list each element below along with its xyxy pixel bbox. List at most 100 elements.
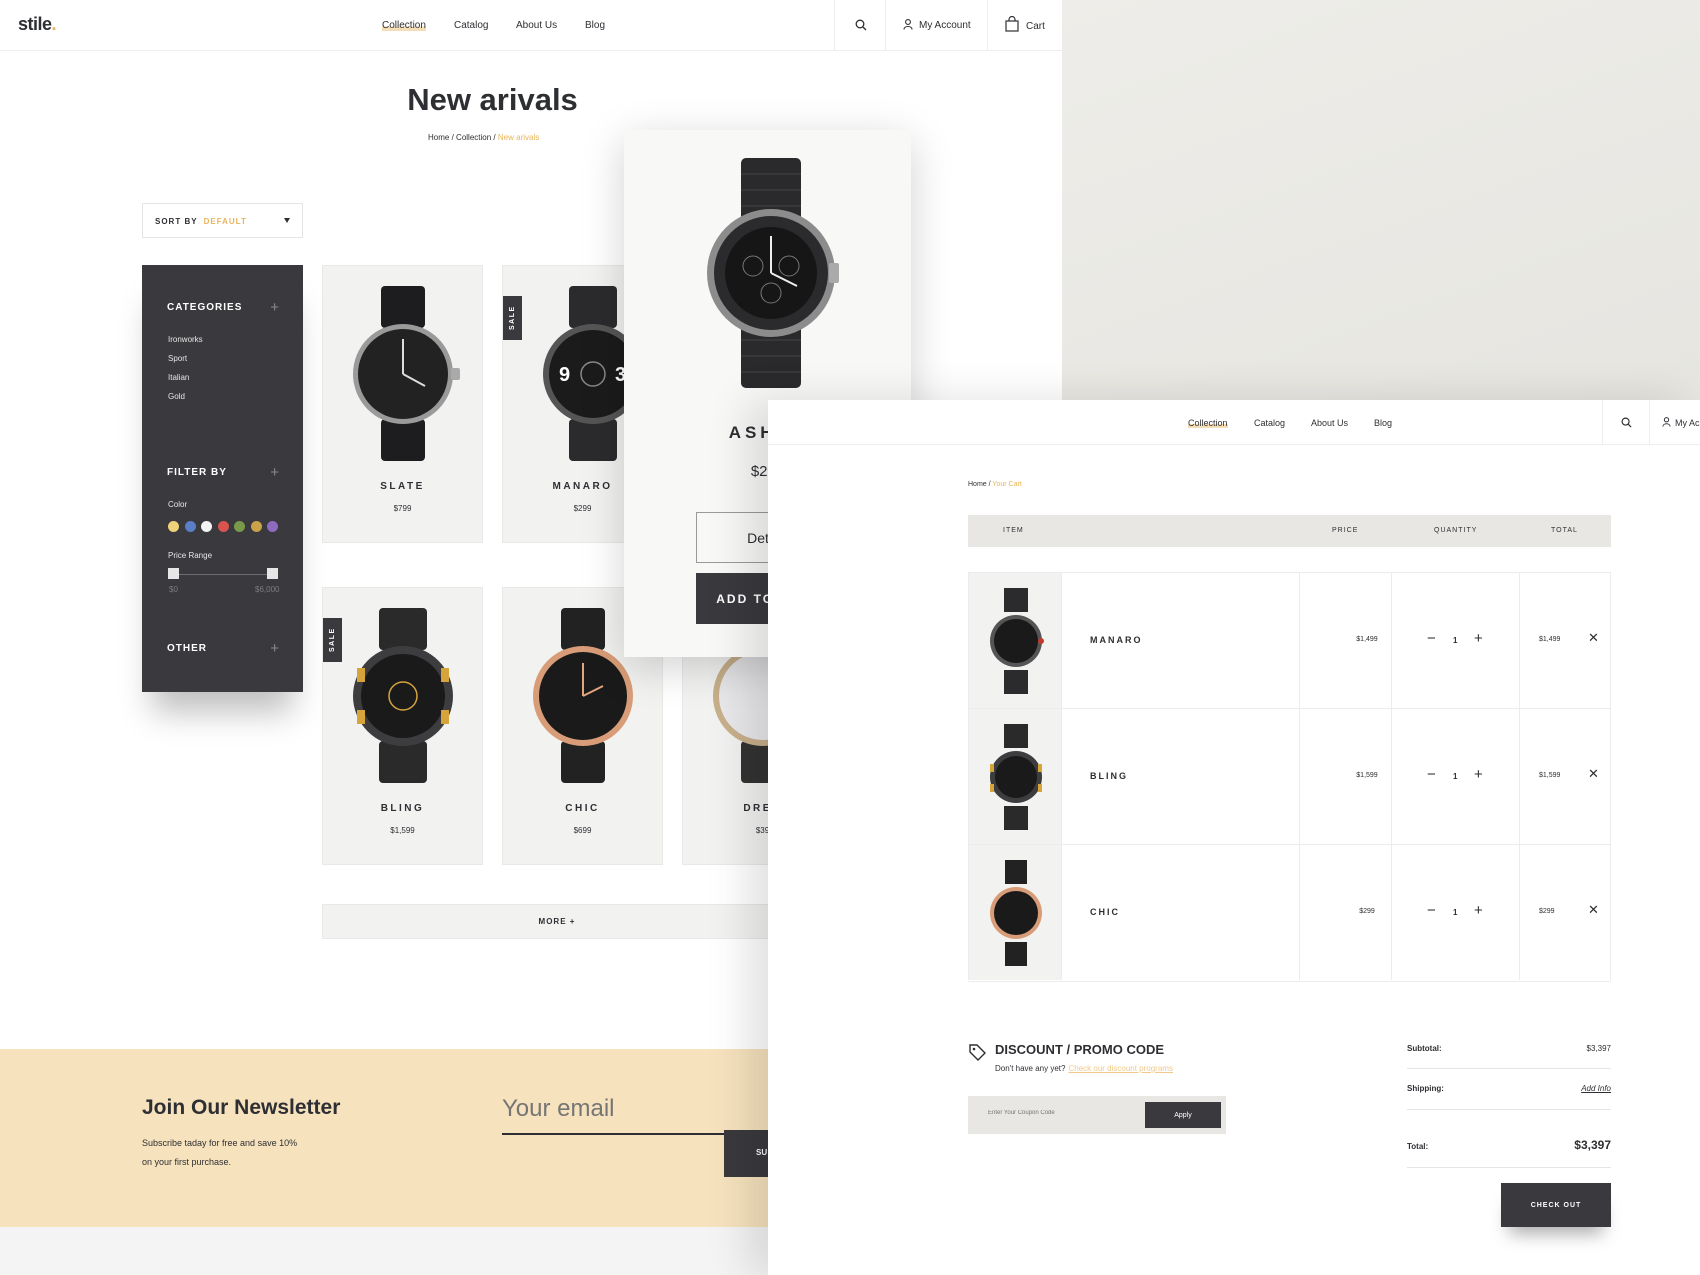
color-swatch[interactable] [201,521,212,532]
product-card[interactable]: BLING $1,599 [322,587,483,865]
cart-item-price: $1,599 [1356,772,1378,779]
sort-dropdown[interactable]: SORT BY DEFAULT [142,203,303,238]
price-range-min-handle[interactable] [168,568,179,579]
newsletter-email-input[interactable] [502,1095,802,1135]
search-button[interactable] [834,0,885,51]
increase-qty-button[interactable]: + [1474,767,1483,782]
color-swatch[interactable] [168,521,179,532]
cart-item-thumbnail[interactable] [969,573,1062,708]
cart-item-thumbnail[interactable] [969,845,1062,980]
expand-filter-icon[interactable]: + [270,465,279,480]
remove-item-button[interactable]: ✕ [1588,902,1599,918]
color-swatch[interactable] [217,521,229,532]
table-bottom-border [968,981,1611,982]
cart-item-name: MANARO [1090,635,1143,645]
cart-item-price: $1,499 [1356,636,1378,643]
cart-item-qty: 1 [1453,636,1458,645]
nav-about[interactable]: About Us [516,20,557,31]
shipping-label: Shipping: [1407,1084,1444,1093]
expand-other-icon[interactable]: + [270,641,279,656]
expand-categories-icon[interactable]: + [270,300,279,315]
nav-blog[interactable]: Blog [585,20,605,31]
price-max: $6,000 [255,585,280,594]
cart-item-name: BLING [1090,771,1128,781]
color-swatch[interactable] [184,521,196,532]
watch-image [990,588,1044,694]
category-item[interactable]: Gold [168,392,185,401]
remove-item-button[interactable]: ✕ [1588,630,1599,646]
cart-table-header: ITEM PRICE QUANTITY TOTAL [968,515,1611,547]
cell-divider [1519,573,1520,708]
sale-badge: SALE [503,296,522,340]
breadcrumb-sep: / [493,133,496,142]
nav-collection[interactable]: Collection [382,20,426,31]
decrease-qty-button[interactable]: − [1427,631,1436,646]
cart-item-thumbnail[interactable] [969,709,1062,844]
filter-sidebar: CATEGORIES + Ironworks Sport Italian Gol… [142,265,303,692]
checkout-button[interactable]: CHECK OUT [1501,1183,1611,1227]
product-name: CHIC [565,803,600,814]
breadcrumb-collection[interactable]: Collection [456,133,491,142]
page-title: New arivals [407,82,578,117]
watch-image [990,860,1042,966]
remove-item-button[interactable]: ✕ [1588,766,1599,782]
product-price: $1,599 [390,826,415,835]
category-item[interactable]: Italian [168,373,189,382]
product-card[interactable]: SLATE $799 [322,265,483,543]
cart-item-qty: 1 [1453,772,1458,781]
newsletter-text-line: Subscribe taday for free and save 10% [142,1138,298,1148]
coupon-input[interactable] [988,1110,1138,1116]
col-price: PRICE [1332,527,1359,534]
cart-item-qty: 1 [1453,908,1458,917]
decrease-qty-button[interactable]: − [1427,903,1436,918]
subtotal-label: Subtotal: [1407,1044,1442,1053]
cart-breadcrumb: Home / Your Cart [968,481,1022,488]
cart-row: MANARO $1,499 − 1 + $1,499 ✕ [968,572,1611,708]
nav-collection[interactable]: Collection [1188,418,1228,428]
total-label: Total: [1407,1142,1429,1151]
color-swatch[interactable] [250,521,262,532]
shipping-add-info-link[interactable]: Add Info [1581,1084,1611,1093]
increase-qty-button[interactable]: + [1474,903,1483,918]
coupon-form: Apply [968,1096,1226,1134]
account-label: My Ac [1675,418,1700,428]
cart-item-price: $299 [1359,908,1375,915]
account-label: My Account [919,20,971,31]
watch-image [353,286,460,461]
account-link[interactable]: My Ac [1649,400,1700,445]
cell-divider [1519,709,1520,844]
cell-divider [1299,573,1300,708]
color-swatch[interactable] [267,521,278,532]
color-swatch[interactable] [234,521,245,532]
nav-about[interactable]: About Us [1311,418,1348,428]
apply-coupon-button[interactable]: Apply [1145,1102,1221,1128]
search-button[interactable] [1602,400,1649,445]
category-item[interactable]: Sport [168,354,187,363]
watch-image [707,158,839,388]
category-item[interactable]: Ironworks [168,335,203,344]
nav-blog[interactable]: Blog [1374,418,1392,428]
nav-catalog[interactable]: Catalog [454,20,488,31]
decrease-qty-button[interactable]: − [1427,767,1436,782]
breadcrumb-home[interactable]: Home [428,133,449,142]
total-value: $3,397 [1574,1138,1611,1152]
price-range-max-handle[interactable] [267,568,278,579]
logo[interactable]: stile. [18,14,56,35]
cart-link[interactable]: Cart [987,0,1062,51]
cart-item-name: CHIC [1090,907,1120,917]
nav-catalog[interactable]: Catalog [1254,418,1285,428]
load-more-button[interactable]: MORE + [322,904,792,939]
account-link[interactable]: My Account [885,0,987,51]
user-icon [903,19,913,30]
background-photo [1062,0,1700,400]
filter-title: FILTER BY [167,467,227,478]
search-icon [855,19,867,31]
cart-label: Cart [1026,21,1045,32]
cart-page: Collection Catalog About Us Blog My Ac H… [768,400,1700,1275]
breadcrumb-home[interactable]: Home [968,481,987,488]
newsletter-text-line: on your first purchase. [142,1157,232,1167]
increase-qty-button[interactable]: + [1474,631,1483,646]
product-price: $699 [573,826,592,835]
user-icon [1662,417,1671,427]
discount-programs-link[interactable]: Check our discount programs [1068,1064,1173,1073]
